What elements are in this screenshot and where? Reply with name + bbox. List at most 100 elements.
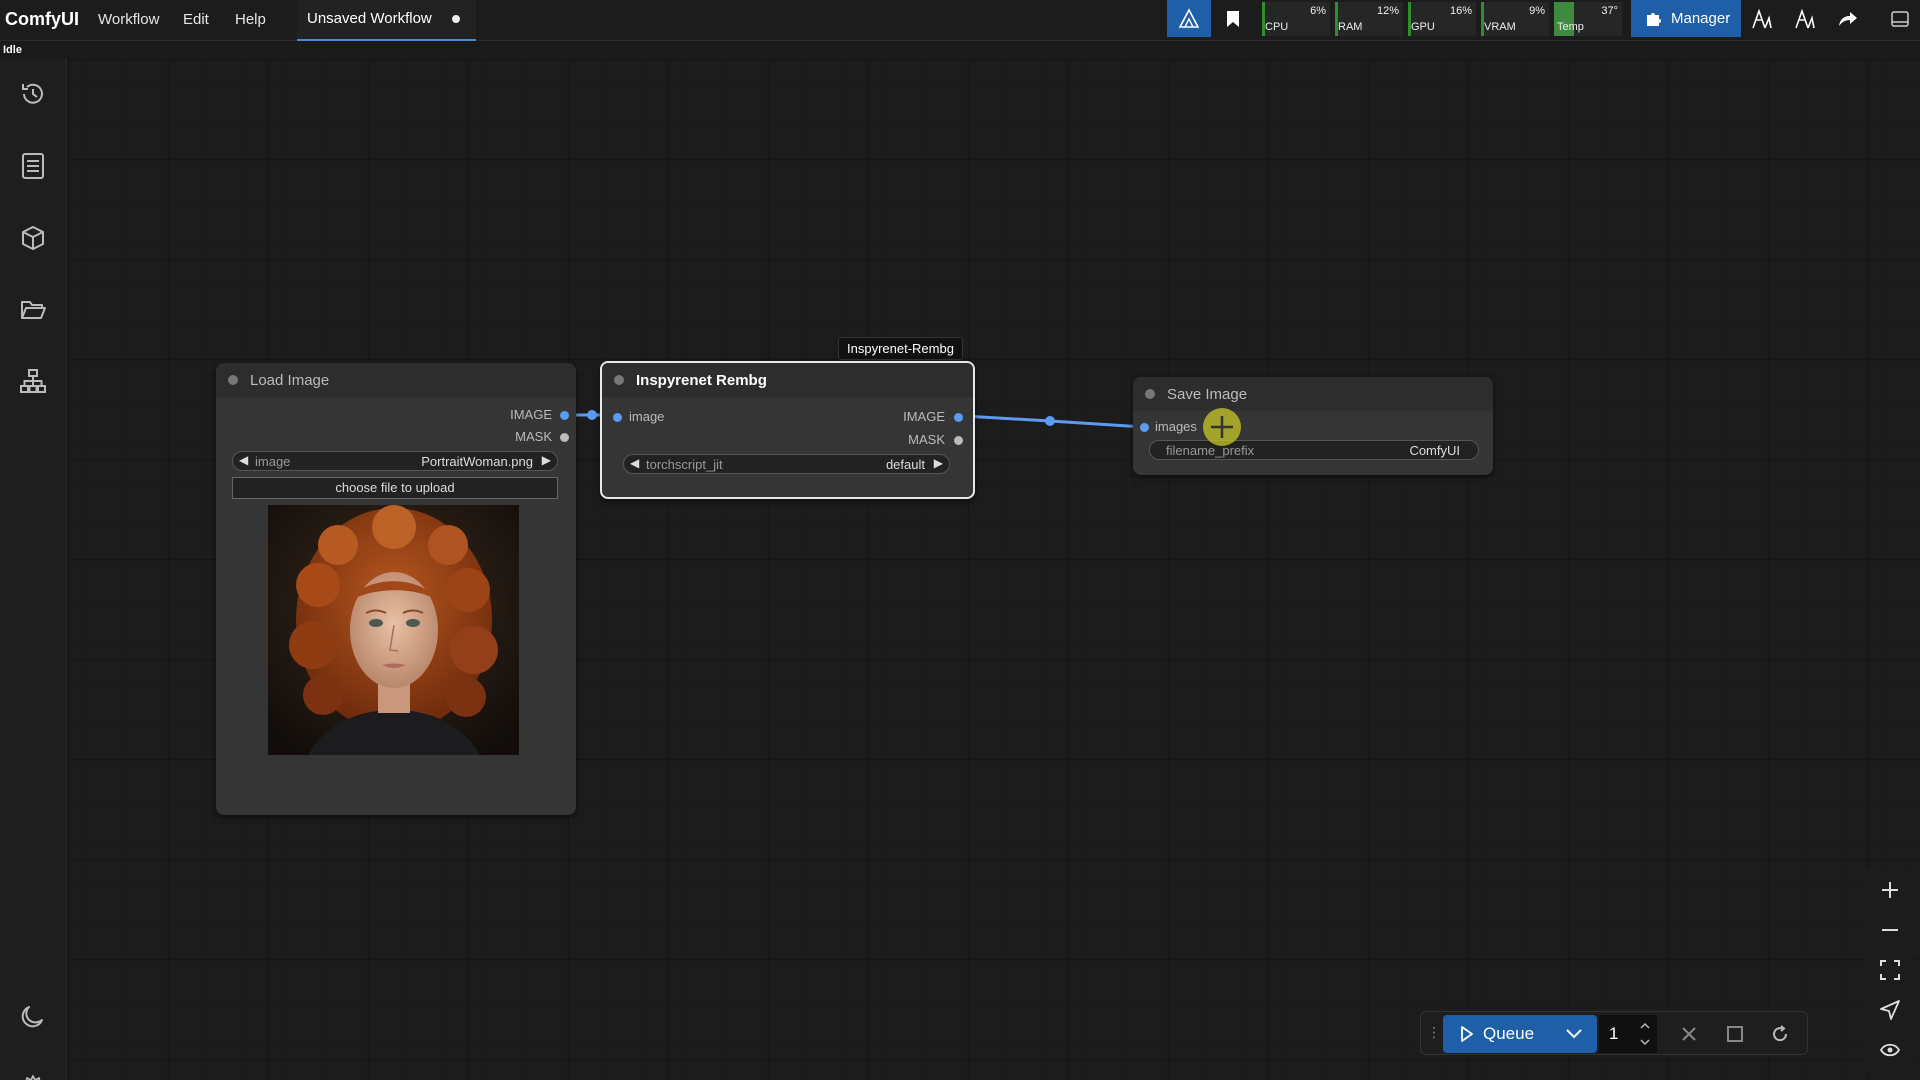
node-load-image[interactable]: Load Image IMAGE MASK ◀ image PortraitWo… — [216, 363, 576, 815]
sidebar-item-theme[interactable] — [13, 996, 53, 1036]
sidebar-item-node-library[interactable] — [13, 361, 53, 401]
cube-icon — [22, 226, 44, 250]
prev-arrow-icon[interactable]: ◀ — [630, 456, 639, 470]
widget-value: ComfyUI — [1409, 443, 1460, 458]
monitor-label: CPU — [1265, 21, 1289, 33]
node-title-bar[interactable]: Save Image — [1133, 377, 1493, 411]
output-slot-image[interactable] — [954, 413, 963, 422]
batch-count-input[interactable]: 1 — [1599, 1015, 1657, 1053]
close-icon — [1682, 1026, 1696, 1041]
queue-button[interactable]: Queue — [1443, 1015, 1597, 1053]
stop-button[interactable] — [1715, 1015, 1755, 1052]
canvas-controls — [1865, 868, 1915, 1075]
eye-icon — [1880, 1043, 1900, 1057]
menu-edit[interactable]: Edit — [183, 11, 209, 28]
refresh-button[interactable] — [1760, 1015, 1800, 1052]
widget-name: torchscript_jit — [646, 457, 723, 472]
cancel-button[interactable] — [1669, 1015, 1709, 1052]
sidebar-item-models[interactable] — [13, 218, 53, 258]
monitor-value: 6% — [1310, 5, 1326, 17]
monitor-label: GPU — [1411, 21, 1435, 33]
input-slot-image[interactable] — [613, 413, 622, 422]
prev-arrow-icon[interactable]: ◀ — [239, 453, 248, 467]
sidebar-item-queue[interactable] — [13, 146, 53, 186]
output-label-image: IMAGE — [903, 409, 945, 424]
tool-button-2[interactable] — [1789, 0, 1821, 37]
temp-monitor: 37° Temp — [1554, 2, 1622, 36]
model-icon-button[interactable] — [1167, 0, 1211, 37]
output-slot-mask[interactable] — [954, 436, 963, 445]
sidebar — [0, 59, 67, 1080]
node-save-image[interactable]: Save Image images filename_prefix ComfyU… — [1133, 377, 1493, 475]
node-collapse-dot[interactable] — [1145, 389, 1155, 399]
output-label-image: IMAGE — [510, 407, 552, 422]
monitor-value: 9% — [1529, 5, 1545, 17]
bookmark-button[interactable] — [1213, 0, 1253, 37]
node-collapse-dot[interactable] — [228, 375, 238, 385]
list-document-icon — [22, 153, 44, 179]
gpu-monitor: 16% GPU — [1408, 2, 1476, 36]
menu-workflow[interactable]: Workflow — [98, 11, 159, 28]
workflow-tab[interactable]: Unsaved Workflow — [297, 0, 476, 41]
output-label-mask: MASK — [908, 432, 945, 447]
queue-label: Queue — [1483, 1024, 1535, 1043]
crosshair-cursor-icon — [1203, 408, 1241, 446]
next-arrow-icon[interactable]: ▶ — [934, 456, 943, 470]
status-text: Idle — [3, 44, 22, 56]
fit-view-button[interactable] — [1865, 950, 1915, 990]
tool-button-1[interactable] — [1746, 0, 1778, 37]
widget-value: PortraitWoman.png — [421, 454, 533, 469]
drag-handle-icon[interactable]: ⋮ — [1427, 1024, 1441, 1041]
graph-b-icon — [1795, 8, 1815, 28]
upload-button[interactable]: choose file to upload — [232, 477, 558, 499]
link-midpoint — [587, 410, 597, 420]
send-arrow-icon — [1880, 1000, 1900, 1020]
toggle-link-visibility-button[interactable] — [1865, 1030, 1915, 1070]
stepper-arrows-icon[interactable] — [1639, 1019, 1651, 1049]
toggle-panel-button[interactable] — [1884, 0, 1916, 37]
monitor-label: RAM — [1338, 21, 1363, 33]
node-title-bar[interactable]: Load Image — [216, 363, 576, 397]
stop-square-icon — [1727, 1025, 1743, 1042]
sidebar-item-history[interactable] — [13, 74, 53, 114]
sidebar-item-settings[interactable] — [13, 1068, 53, 1080]
output-slot-mask[interactable] — [560, 433, 569, 442]
ram-monitor: 12% RAM — [1335, 2, 1403, 36]
manager-button[interactable]: Manager — [1631, 0, 1741, 37]
moon-icon — [21, 1006, 43, 1028]
filename-prefix-widget[interactable]: filename_prefix ComfyUI — [1149, 440, 1479, 460]
node-tree-icon — [20, 369, 46, 393]
graph-canvas[interactable]: Load Image IMAGE MASK ◀ image PortraitWo… — [68, 59, 1920, 1080]
unsaved-dot-icon — [452, 15, 460, 23]
monitor-value: 16% — [1449, 5, 1472, 17]
menu-help[interactable]: Help — [235, 11, 266, 28]
node-inspyrenet-rembg[interactable]: Inspyrenet Rembg image IMAGE MASK ◀ torc… — [600, 361, 975, 499]
image-combo-widget[interactable]: ◀ image PortraitWoman.png ▶ — [232, 451, 558, 471]
share-button[interactable] — [1832, 0, 1864, 37]
monitor-label: Temp — [1557, 21, 1584, 33]
torchscript-combo-widget[interactable]: ◀ torchscript_jit default ▶ — [623, 454, 950, 474]
triangle-logo-icon — [1178, 7, 1200, 28]
refresh-icon — [1773, 1024, 1788, 1041]
node-title: Inspyrenet Rembg — [636, 372, 767, 389]
node-title-bar[interactable]: Inspyrenet Rembg — [602, 363, 973, 397]
gear-icon — [25, 1075, 41, 1080]
node-title: Load Image — [250, 372, 330, 389]
output-label-mask: MASK — [515, 429, 552, 444]
queue-bar: ⋮ Queue 1 — [1420, 1011, 1808, 1055]
input-slot-images[interactable] — [1140, 423, 1149, 432]
zoom-out-button[interactable] — [1865, 910, 1915, 950]
zoom-in-button[interactable] — [1865, 870, 1915, 910]
folder-open-icon — [21, 301, 46, 319]
puzzle-icon — [1647, 12, 1661, 26]
widget-name: image — [255, 454, 291, 469]
node-collapse-dot[interactable] — [614, 375, 624, 385]
cpu-monitor: 6% CPU — [1262, 2, 1330, 36]
output-slot-image[interactable] — [560, 411, 569, 420]
minus-icon — [1882, 929, 1898, 931]
link-midpoint — [1045, 416, 1055, 426]
next-arrow-icon[interactable]: ▶ — [542, 453, 551, 467]
sidebar-item-workflows[interactable] — [13, 290, 53, 330]
chevron-down-icon[interactable] — [1565, 1028, 1583, 1040]
select-mode-button[interactable] — [1865, 990, 1915, 1030]
